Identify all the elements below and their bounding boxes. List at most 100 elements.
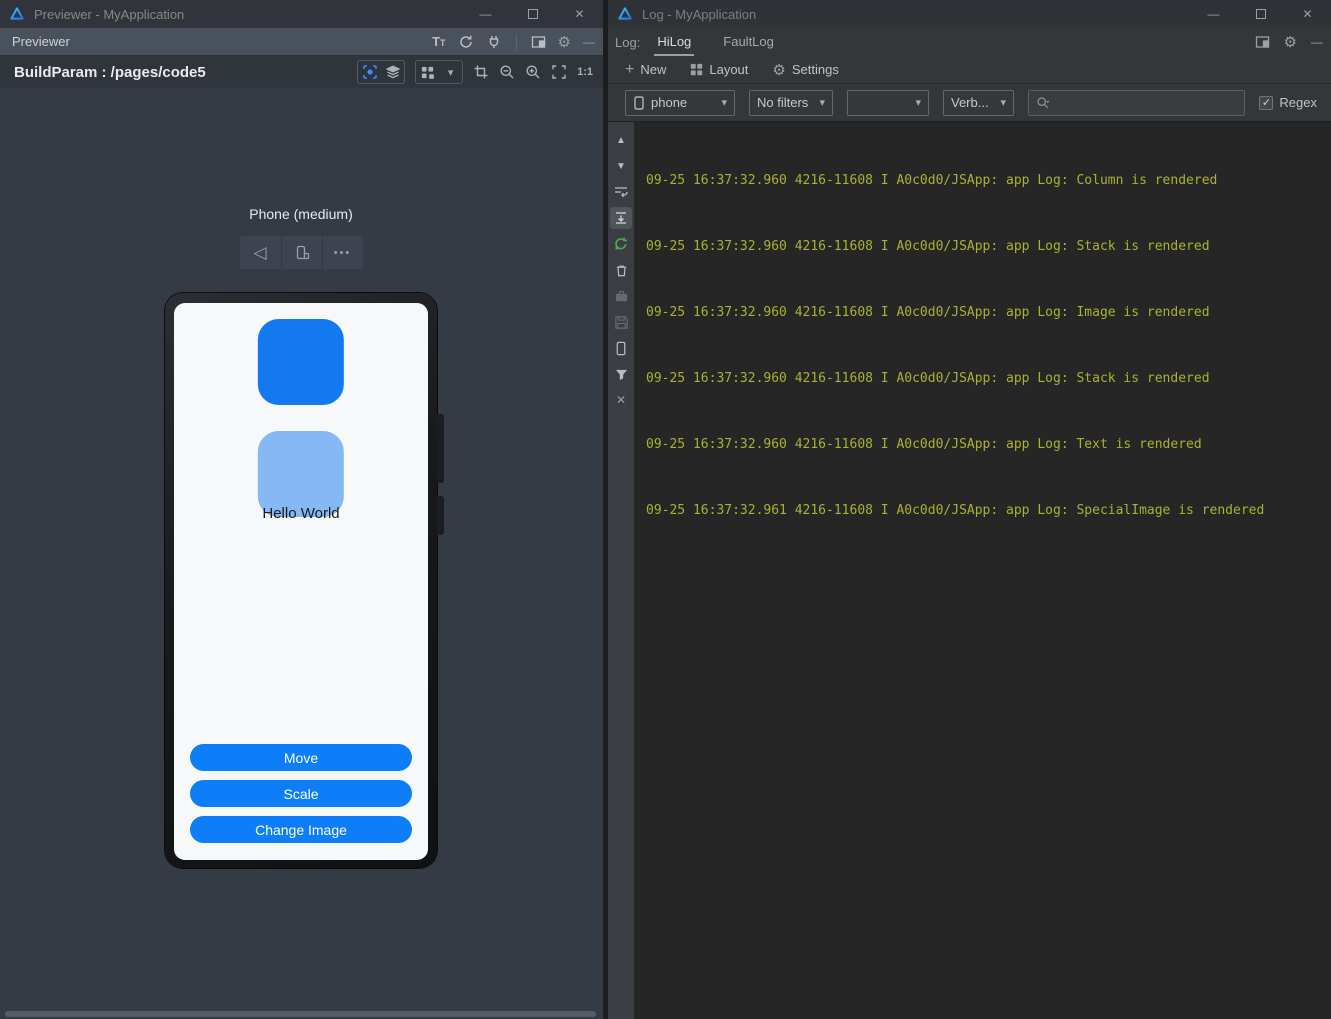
inspect-eye-button[interactable] [358, 61, 382, 83]
previewer-panel-label: Previewer [12, 34, 70, 49]
search-icon [1036, 96, 1050, 110]
window-title: Previewer - MyApplication [34, 6, 185, 22]
log-filter-bar: phone No filters Verb... Regex [608, 84, 1331, 122]
components-dropdown-button[interactable] [439, 61, 462, 83]
filter-log-button[interactable] [610, 363, 632, 385]
toolbar-divider [515, 33, 517, 50]
scale-button[interactable]: Scale [190, 780, 412, 807]
clear-log-button[interactable] [610, 259, 632, 281]
more-options-button[interactable] [321, 236, 363, 269]
phone-screen: Hello World Move Scale Change Image [174, 303, 428, 860]
device-select[interactable]: phone [625, 89, 735, 116]
preview-canvas: Phone (medium) Hello [0, 88, 603, 1019]
phone-volume-button [437, 414, 444, 483]
log-gutter-toolbar [608, 122, 634, 1019]
settings-button[interactable]: Settings [772, 61, 839, 79]
close-gutter-button[interactable] [610, 389, 632, 411]
close-button[interactable] [1284, 0, 1331, 28]
zoom-out-button[interactable] [499, 64, 515, 80]
new-label: New [640, 62, 667, 77]
hide-panel-button[interactable] [1311, 35, 1323, 49]
log-line: 09-25 16:37:32.960 4216-11608 I A0c0d0/J… [646, 173, 1218, 188]
layers-button[interactable] [381, 61, 404, 83]
phone-icon [633, 95, 645, 110]
minimize-button[interactable] [1190, 0, 1237, 28]
scroll-down-button[interactable] [610, 155, 632, 177]
search-input[interactable] [1054, 95, 1238, 110]
panel-layout-button[interactable] [1255, 35, 1270, 49]
chevron-down-icon [915, 96, 921, 109]
settings-gear-icon [772, 61, 785, 79]
component-view-group [415, 60, 464, 84]
chevron-down-icon [819, 96, 825, 109]
layout-button[interactable]: Layout [690, 62, 748, 77]
settings-label: Settings [791, 62, 839, 77]
filters-select[interactable]: No filters [749, 89, 833, 116]
restart-session-button[interactable] [610, 233, 632, 255]
soft-wrap-button[interactable] [610, 181, 632, 203]
window-controls [1190, 0, 1331, 28]
zoom-ratio-button[interactable]: 1:1 [577, 66, 593, 78]
chevron-down-icon [721, 96, 727, 109]
components-grid-button[interactable] [416, 61, 439, 83]
deveco-logo-icon [617, 6, 633, 22]
scroll-to-end-button[interactable] [610, 207, 632, 229]
maximize-button[interactable] [1237, 0, 1284, 28]
fit-to-screen-button[interactable] [551, 64, 567, 80]
layout-grid-icon [690, 63, 703, 76]
previewer-window: Previewer - MyApplication Previewer Buil [0, 0, 603, 1019]
rotate-left-button[interactable] [240, 236, 281, 269]
log-line: 09-25 16:37:32.960 4216-11608 I A0c0d0/J… [646, 239, 1210, 254]
regex-checkbox[interactable] [1259, 95, 1274, 110]
device-log-button[interactable] [610, 337, 632, 359]
refresh-button[interactable] [458, 34, 474, 50]
new-log-button[interactable]: New [625, 61, 666, 79]
log-line: 09-25 16:37:32.960 4216-11608 I A0c0d0/J… [646, 437, 1202, 452]
export-case-button[interactable] [610, 285, 632, 307]
chevron-down-icon [1000, 96, 1006, 109]
zoom-in-button[interactable] [525, 64, 541, 80]
crop-frame-button[interactable] [473, 64, 489, 80]
deveco-logo-icon [9, 6, 25, 22]
level-select[interactable]: Verb... [943, 89, 1014, 116]
change-image-button[interactable]: Change Image [190, 816, 412, 843]
log-tab-bar: Log: HiLog FaultLog [608, 28, 1331, 56]
device-select-value: phone [651, 95, 688, 110]
inspector-plug-button[interactable] [486, 34, 502, 50]
gear-icon[interactable] [558, 33, 571, 51]
module-select[interactable] [847, 89, 929, 116]
gear-icon[interactable] [1284, 33, 1297, 51]
tab-faultlog[interactable]: FaultLog [720, 28, 777, 56]
device-label: Phone (medium) [249, 206, 353, 222]
regex-label: Regex [1279, 95, 1317, 110]
plus-icon [625, 61, 634, 79]
close-icon [1302, 7, 1312, 21]
hello-world-text: Hello World [262, 505, 340, 522]
log-search-box[interactable] [1028, 89, 1246, 116]
filters-select-value: No filters [757, 95, 809, 110]
minimize-icon [480, 7, 492, 21]
rotate-device-button[interactable] [280, 236, 322, 269]
tab-hilog[interactable]: HiLog [654, 28, 695, 56]
preview-orientation-controls [239, 236, 363, 269]
font-scale-button[interactable] [432, 34, 445, 49]
horizontal-scrollbar[interactable] [5, 1011, 596, 1017]
arrow-up-icon [616, 135, 626, 146]
regex-toggle[interactable]: Regex [1259, 95, 1317, 110]
previewer-titlebar: Previewer - MyApplication [0, 0, 603, 28]
minimize-button[interactable] [462, 0, 509, 28]
save-log-button[interactable] [610, 311, 632, 333]
back-triangle-icon [253, 243, 266, 263]
log-output[interactable]: 09-25 16:37:32.960 4216-11608 I A0c0d0/J… [634, 122, 1331, 1019]
close-button[interactable] [556, 0, 603, 28]
previewer-toolbar: Previewer [0, 28, 603, 56]
move-button[interactable]: Move [190, 744, 412, 771]
log-line: 09-25 16:37:32.961 4216-11608 I A0c0d0/J… [646, 503, 1265, 518]
hide-panel-button[interactable] [583, 35, 595, 49]
scroll-up-button[interactable] [610, 129, 632, 151]
maximize-button[interactable] [509, 0, 556, 28]
panel-layout-button[interactable] [531, 35, 546, 49]
log-window: Log - MyApplication Log: HiLog FaultLog … [603, 0, 1331, 1019]
phone-mockup: Hello World Move Scale Change Image [165, 293, 444, 868]
maximize-icon [1255, 9, 1266, 19]
